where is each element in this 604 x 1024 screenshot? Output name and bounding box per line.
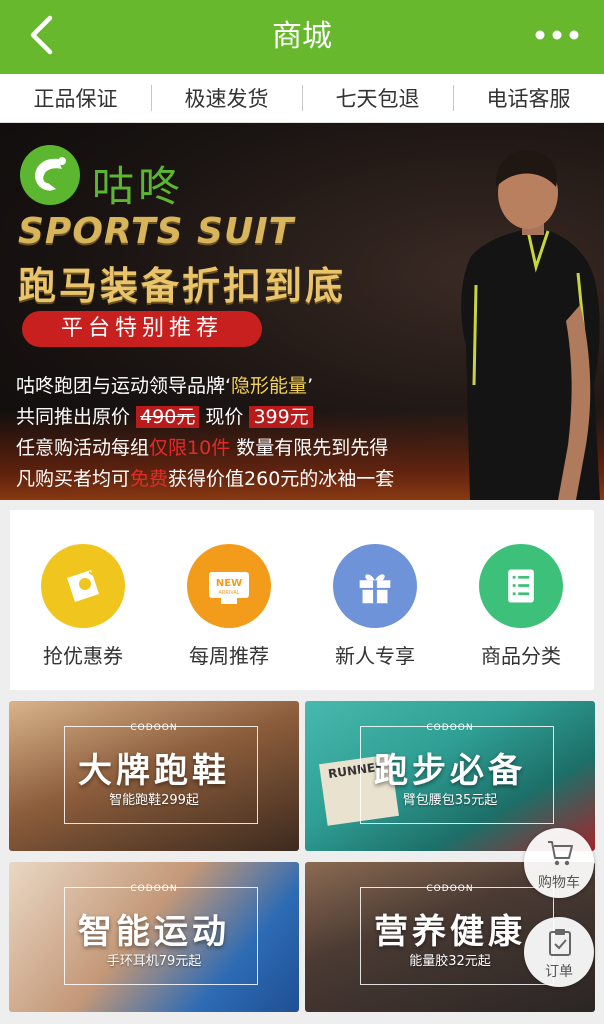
tile-title: 跑步必备	[374, 751, 526, 791]
gift-icon	[333, 544, 417, 628]
promo-line-1: 咕咚跑团与运动领导品牌‘隐形能量’	[16, 371, 394, 402]
cart-label: 购物车	[538, 875, 580, 891]
new-text: NEW	[216, 578, 242, 589]
promo-text: 咕咚跑团与运动领导品牌‘隐形能量’ 共同推出原价 490元 现价 399元 任意…	[16, 371, 394, 495]
promo-text-segment: 数量有限先到先得	[236, 437, 389, 459]
quick-link-newcomer[interactable]: 新人专享	[302, 510, 448, 690]
promo-text-segment: 凡购买者均可	[16, 468, 131, 490]
promo-text-segment: 现价	[205, 406, 244, 428]
tile-title: 智能运动	[78, 912, 230, 952]
new-arrival-icon: NEW ARRIVAL	[187, 544, 271, 628]
codoon-logo-icon	[20, 145, 80, 205]
tile-smart-sports[interactable]: CODOON 智能运动 手环耳机79元起	[9, 862, 299, 1012]
original-price: 490元	[136, 406, 200, 428]
quick-link-label: 每周推荐	[189, 644, 269, 668]
promo-brand-highlight: 隐形能量	[231, 375, 308, 397]
promo-text-segment: 共同推出原价	[16, 406, 131, 428]
more-button[interactable]	[532, 20, 582, 50]
coupon-icon	[41, 544, 125, 628]
promo-line-3: 任意购活动每组仅限10件 数量有限先到先得	[16, 433, 394, 464]
quick-link-weekly[interactable]: NEW ARRIVAL 每周推荐	[156, 510, 302, 690]
tile-subtitle: 智能跑鞋299起	[109, 793, 199, 808]
guarantee-strip: 正品保证 极速发货 七天包退 电话客服	[0, 74, 604, 123]
guarantee-phone-service[interactable]: 电话客服	[453, 83, 604, 113]
page-title: 商城	[272, 19, 332, 54]
promo-limit-highlight: 仅限10件	[149, 437, 231, 459]
athlete-image	[461, 150, 600, 500]
promo-free-highlight: 免费	[130, 468, 169, 490]
brand-name: 咕咚	[92, 162, 185, 211]
recommend-badge: 平台特别推荐	[22, 311, 262, 347]
banner-english-title: SPORTS SUIT	[18, 211, 295, 252]
promo-text-segment: 咕咚跑团与运动领导品牌‘	[16, 375, 232, 397]
promo-text-segment: 获得价值260元的冰袖一套	[168, 468, 395, 490]
tile-brand: CODOON	[130, 884, 178, 894]
guarantee-genuine: 正品保证	[33, 87, 118, 111]
quick-link-label: 新人专享	[335, 644, 415, 668]
promo-line-4: 凡购买者均可免费获得价值260元的冰袖一套	[16, 464, 394, 495]
tile-subtitle: 手环耳机79元起	[106, 954, 202, 969]
cart-icon	[548, 841, 573, 866]
quick-links-panel: 抢优惠券 NEW ARRIVAL 每周推荐 新人专享 商品分类	[10, 510, 594, 690]
top-nav-bar: 商城	[0, 0, 604, 74]
promo-text-segment: ’	[307, 375, 314, 397]
tile-brand: CODOON	[130, 723, 178, 733]
order-button[interactable]: 订单	[524, 917, 594, 987]
promo-banner[interactable]: 咕咚 SPORTS SUIT 跑马装备折扣到底 平台特别推荐 咕咚跑团与运动领导…	[0, 123, 604, 500]
quick-link-coupon[interactable]: 抢优惠券	[10, 510, 156, 690]
banner-headline: 跑马装备折扣到底	[18, 264, 347, 308]
promo-text-segment: 任意购活动每组	[16, 437, 150, 459]
more-dots-icon	[535, 30, 579, 40]
list-icon	[479, 544, 563, 628]
tile-brand: CODOON	[426, 723, 474, 733]
cart-button[interactable]: 购物车	[524, 828, 594, 898]
clipboard-icon	[549, 929, 571, 956]
order-label: 订单	[545, 964, 573, 980]
arrival-text: ARRIVAL	[218, 590, 239, 596]
tile-running-shoes[interactable]: CODOON 大牌跑鞋 智能跑鞋299起	[9, 701, 299, 851]
tile-subtitle: 臂包腰包35元起	[402, 793, 498, 808]
quick-link-category[interactable]: 商品分类	[448, 510, 594, 690]
guarantee-fast-shipping: 极速发货	[151, 83, 302, 113]
quick-link-label: 抢优惠券	[43, 644, 123, 668]
current-price: 399元	[249, 406, 313, 428]
guarantee-seven-day-return: 七天包退	[302, 83, 453, 113]
promo-line-2: 共同推出原价 490元 现价 399元	[16, 402, 394, 433]
tile-title: 大牌跑鞋	[78, 751, 230, 791]
quick-link-label: 商品分类	[481, 644, 561, 668]
